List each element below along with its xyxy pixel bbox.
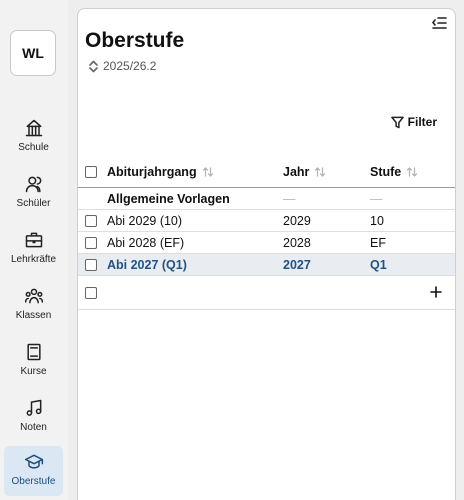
sidebar-item-schule[interactable]: Schule bbox=[4, 112, 63, 162]
row-jahr: 2028 bbox=[283, 235, 311, 250]
user-avatar[interactable]: WL bbox=[10, 30, 56, 76]
music-note-icon bbox=[26, 399, 41, 416]
row-name: Abi 2027 (Q1) bbox=[107, 257, 187, 272]
sort-icon bbox=[314, 166, 326, 178]
row-name: Allgemeine Vorlagen bbox=[107, 191, 230, 206]
chevron-up-down-icon bbox=[89, 60, 98, 72]
row-jahr: — bbox=[283, 191, 296, 206]
row-name: Abi 2029 (10) bbox=[107, 213, 183, 228]
sidebar-item-label: Noten bbox=[20, 422, 47, 433]
briefcase-icon bbox=[25, 232, 42, 248]
sidebar-item-kurse[interactable]: Kurse bbox=[4, 336, 63, 386]
term-label: 2025/26.2 bbox=[103, 59, 157, 73]
filter-button[interactable]: Filter bbox=[390, 115, 437, 129]
sidebar-item-label: Oberstufe bbox=[11, 476, 56, 487]
sidebar-item-schueler[interactable]: Schüler bbox=[4, 168, 63, 218]
school-building-icon bbox=[25, 119, 42, 137]
sidebar-item-noten[interactable]: Noten bbox=[4, 392, 63, 442]
graduation-cap-icon bbox=[24, 454, 43, 469]
table-row[interactable]: Abi 2028 (EF) 2028 EF bbox=[78, 232, 455, 254]
row-name: Abi 2028 (EF) bbox=[107, 235, 185, 250]
row-stufe: Q1 bbox=[370, 257, 387, 272]
row-stufe: 10 bbox=[370, 213, 384, 228]
table-row[interactable]: Abi 2029 (10) 2029 10 bbox=[78, 210, 455, 232]
sort-icon bbox=[406, 166, 418, 178]
book-icon bbox=[26, 343, 41, 361]
table-row-selected[interactable]: Abi 2027 (Q1) 2027 Q1 bbox=[78, 254, 455, 276]
plus-icon bbox=[430, 286, 442, 298]
collapse-left-icon bbox=[431, 17, 447, 29]
table-row-template[interactable]: Allgemeine Vorlagen — — bbox=[78, 188, 455, 210]
row-checkbox[interactable] bbox=[85, 258, 97, 271]
users-icon bbox=[25, 176, 41, 193]
sort-icon bbox=[202, 166, 214, 178]
collapse-panel-button[interactable] bbox=[431, 15, 447, 31]
row-jahr: 2027 bbox=[283, 257, 311, 272]
row-checkbox[interactable] bbox=[85, 214, 97, 227]
row-checkbox[interactable] bbox=[85, 236, 97, 249]
term-selector[interactable]: 2025/26.2 bbox=[88, 59, 156, 73]
column-header-stufe[interactable]: Stufe bbox=[370, 157, 418, 187]
filter-label: Filter bbox=[407, 115, 437, 129]
filter-icon bbox=[390, 116, 404, 128]
sidebar-item-label: Schüler bbox=[16, 198, 51, 209]
sidebar-item-label: Lehrkräfte bbox=[10, 254, 57, 265]
sidebar-item-label: Kurse bbox=[20, 366, 47, 377]
column-header-abiturjahrgang[interactable]: Abiturjahrgang bbox=[107, 157, 214, 187]
sidebar-item-klassen[interactable]: Klassen bbox=[4, 280, 63, 330]
table-header-row: Abiturjahrgang Jahr Stufe bbox=[78, 157, 455, 188]
main-panel: Oberstufe 2025/26.2 Filter Abiturjahrgan… bbox=[77, 8, 456, 500]
abiturjahrgang-table: Abiturjahrgang Jahr Stufe Allgemeine Vor bbox=[78, 157, 455, 310]
table-add-row bbox=[78, 276, 455, 310]
add-button[interactable] bbox=[429, 285, 443, 299]
sidebar-item-label: Klassen bbox=[15, 310, 52, 321]
sidebar: WL Schule Schüler Lehrkräfte Klassen Kur… bbox=[0, 0, 68, 500]
column-header-jahr[interactable]: Jahr bbox=[283, 157, 326, 187]
row-jahr: 2029 bbox=[283, 213, 311, 228]
add-row-checkbox[interactable] bbox=[85, 286, 97, 299]
row-stufe: EF bbox=[370, 235, 386, 250]
sidebar-item-label: Schule bbox=[18, 142, 49, 153]
select-all-checkbox[interactable] bbox=[85, 166, 97, 178]
page-title: Oberstufe bbox=[85, 29, 185, 52]
row-stufe: — bbox=[370, 191, 383, 206]
group-icon bbox=[24, 288, 43, 304]
sidebar-item-oberstufe[interactable]: Oberstufe bbox=[4, 446, 63, 496]
sidebar-item-lehrkraefte[interactable]: Lehrkräfte bbox=[4, 224, 63, 274]
